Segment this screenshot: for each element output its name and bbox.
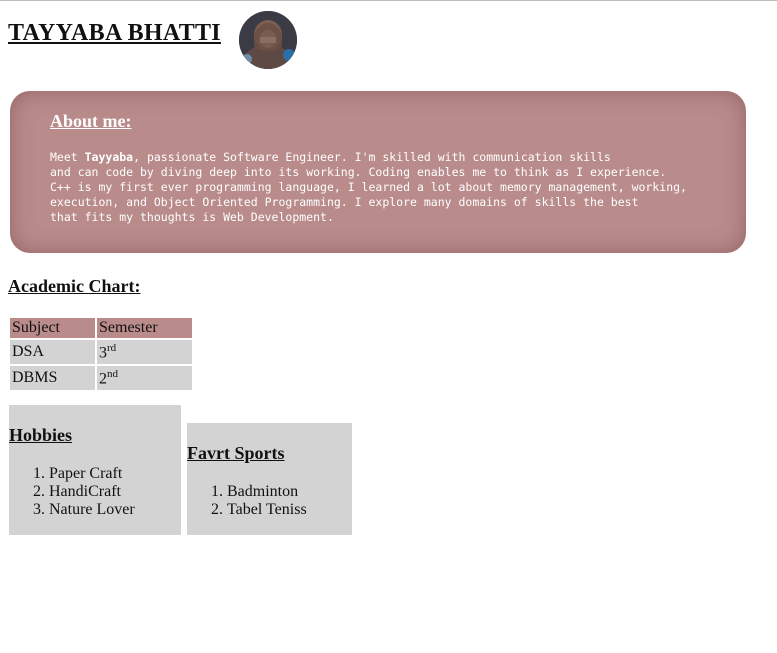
semester-suffix: rd bbox=[107, 341, 117, 354]
list-item: Tabel Teniss bbox=[227, 501, 307, 519]
sports-section: Favrt Sports Badminton Tabel Teniss bbox=[187, 423, 352, 535]
page-title: TAYYABA BHATTI bbox=[8, 20, 221, 46]
hobbies-list: Paper Craft HandiCraft Nature Lover bbox=[9, 465, 135, 519]
about-line1-pre: Meet bbox=[50, 150, 85, 164]
profile-photo-icon bbox=[239, 11, 297, 69]
list-item: HandiCraft bbox=[49, 483, 135, 501]
list-item: Paper Craft bbox=[49, 465, 135, 483]
about-section: About me: Meet Tayyaba, passionate Softw… bbox=[10, 91, 746, 253]
list-item: Nature Lover bbox=[49, 501, 135, 519]
avatar bbox=[239, 11, 297, 69]
about-line4: execution, and Object Oriented Programmi… bbox=[50, 195, 639, 209]
semester-number: 2 bbox=[99, 370, 107, 388]
table-row: DSA 3rd bbox=[10, 340, 192, 364]
table-cell-semester: 2nd bbox=[97, 366, 192, 390]
about-line1-post: , passionate Software Engineer. I'm skil… bbox=[133, 150, 611, 164]
about-line3: C++ is my first ever programming languag… bbox=[50, 180, 687, 194]
hobbies-title: Hobbies bbox=[9, 425, 73, 445]
academic-table: Subject Semester DSA 3rd DBMS 2nd bbox=[8, 316, 194, 392]
academic-title: Academic Chart: bbox=[8, 276, 141, 296]
about-text: Meet Tayyaba, passionate Software Engine… bbox=[50, 150, 687, 225]
semester-suffix: nd bbox=[107, 367, 118, 380]
semester-number: 3 bbox=[99, 344, 107, 362]
about-line5: that fits my thoughts is Web Development… bbox=[50, 210, 334, 224]
table-cell-semester: 3rd bbox=[97, 340, 192, 364]
about-name-bold: Tayyaba bbox=[84, 150, 134, 164]
table-header-row: Subject Semester bbox=[10, 318, 192, 338]
sports-list: Badminton Tabel Teniss bbox=[187, 483, 307, 519]
table-header-subject: Subject bbox=[10, 318, 95, 338]
about-title: About me: bbox=[50, 111, 132, 131]
table-row: DBMS 2nd bbox=[10, 366, 192, 390]
table-cell-subject: DBMS bbox=[10, 366, 95, 390]
hobbies-section: Hobbies Paper Craft HandiCraft Nature Lo… bbox=[9, 405, 181, 535]
table-cell-subject: DSA bbox=[10, 340, 95, 364]
table-header-semester: Semester bbox=[97, 318, 192, 338]
sports-title: Favrt Sports bbox=[187, 443, 285, 463]
list-item: Badminton bbox=[227, 483, 307, 501]
about-line2: and can code by diving deep into its wor… bbox=[50, 165, 667, 179]
